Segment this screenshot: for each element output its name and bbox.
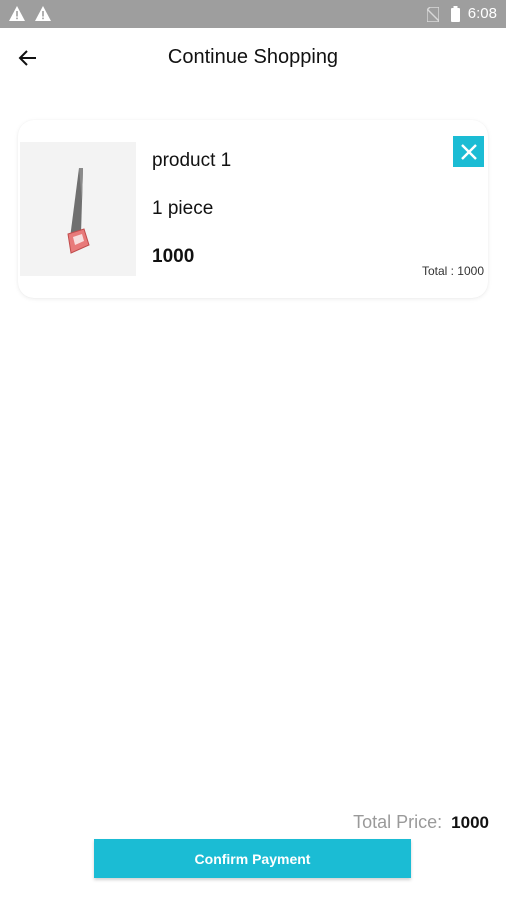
- product-price: 1000: [152, 246, 195, 267]
- total-price-value: 1000: [451, 813, 489, 832]
- confirm-payment-button[interactable]: Confirm Payment: [94, 839, 411, 878]
- remove-item-button[interactable]: [453, 136, 484, 167]
- close-icon: [460, 143, 477, 160]
- product-name: product 1: [152, 150, 232, 171]
- warning-icon: [35, 6, 51, 21]
- status-bar: 6:08: [0, 0, 506, 28]
- hand-saw-image: [67, 168, 90, 254]
- warning-icon: [9, 6, 25, 21]
- product-quantity: 1 piece: [152, 198, 214, 219]
- total-price-row: Total Price: 1000: [353, 812, 489, 833]
- status-time: 6:08: [467, 5, 497, 22]
- no-sim-icon: [427, 7, 439, 22]
- total-price-label: Total Price:: [353, 812, 443, 832]
- product-image: [20, 142, 136, 276]
- cart-item-card: product 1 1 piece 1000 Total : 1000: [18, 120, 488, 298]
- page-title: Continue Shopping: [167, 46, 339, 68]
- battery-icon: [451, 6, 460, 22]
- app-bar: Continue Shopping: [0, 28, 506, 88]
- line-total: Total : 1000: [421, 264, 484, 278]
